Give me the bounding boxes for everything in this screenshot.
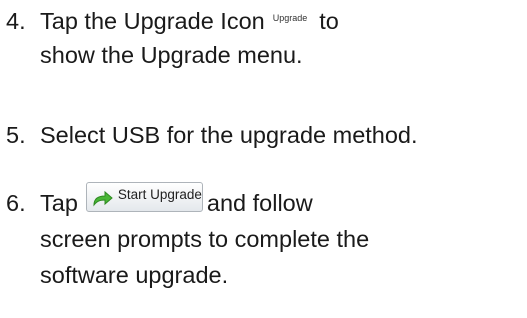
step-text: show the Upgrade menu. [40,42,303,68]
step-line: show the Upgrade menu. [40,40,303,71]
button-label: Start Upgrade [117,186,202,202]
step-number: 4. [6,8,26,34]
step-line: software upgrade. [40,260,228,291]
step-text: software upgrade. [40,262,229,288]
upgrade-icon: Upgrade [272,13,308,23]
step-number: 5. [6,122,26,148]
step-line: screen prompts to complete the [40,224,369,255]
start-upgrade-button[interactable]: Start Upgrade [85,181,203,212]
upgrade-arrow-icon [93,190,113,207]
step-line: Select USB for the upgrade method. [40,120,418,151]
step-text: screen prompts to complete the [40,226,370,252]
step-text: Tap the Upgrade Icon [40,8,265,34]
step-text: to [319,8,339,34]
step-line: Tap the Upgrade Icon Upgrade to [40,6,339,37]
step-text: Select USB for the upgrade method. [40,122,418,148]
step-text: and follow [206,190,313,216]
step-text: Tap [40,190,78,216]
step-number: 6. [6,190,26,216]
step-line: Tap Start Upgrade and follow [40,181,313,220]
